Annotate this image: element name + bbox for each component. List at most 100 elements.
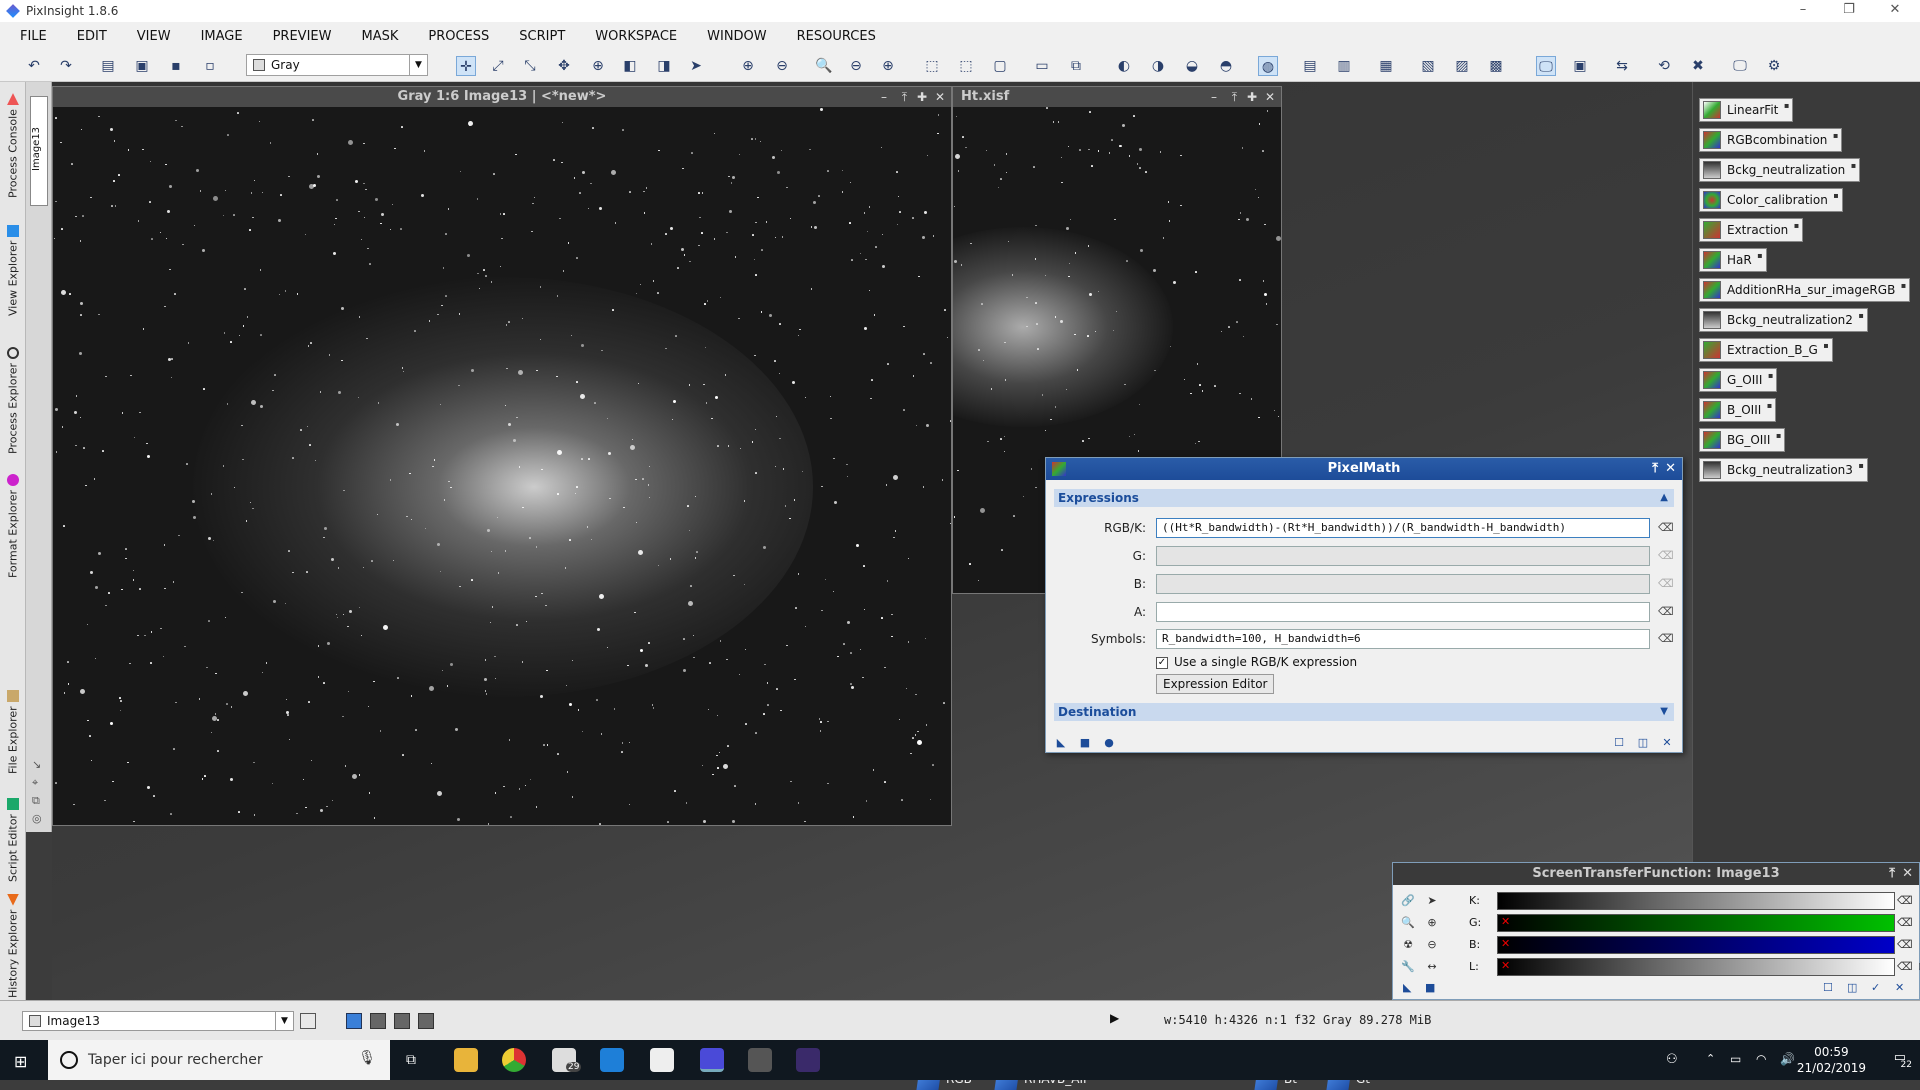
- close-icon[interactable]: ✕: [1902, 863, 1913, 885]
- tab-format-explorer[interactable]: Format Explorer: [3, 460, 23, 578]
- tab-history-explorer[interactable]: History Explorer: [3, 886, 23, 998]
- taskbar-search[interactable]: Taper ici pour rechercher 🎙: [48, 1040, 390, 1080]
- zoom-out-icon[interactable]: ⊖: [1425, 938, 1439, 952]
- windows-start-icon[interactable]: ⊞: [14, 1052, 27, 1071]
- crosshair-icon[interactable]: ⌖: [32, 774, 42, 792]
- menu-mask[interactable]: MASK: [361, 29, 398, 44]
- edge-app-icon[interactable]: [600, 1048, 624, 1072]
- image-window-image13[interactable]: Gray 1:6 Image13 | <*new*> – ⤒ ✚ ✕: [52, 86, 952, 826]
- tab-script-editor[interactable]: Script Editor: [3, 782, 23, 882]
- copy-icon[interactable]: ⧉: [32, 792, 42, 810]
- stf-header[interactable]: ScreenTransferFunction: Image13 ⤒ ✕: [1393, 863, 1919, 885]
- b-expression-input[interactable]: [1156, 574, 1650, 594]
- apply-icon[interactable]: ■: [1425, 981, 1435, 994]
- zoom-out-icon[interactable]: ⊖: [772, 56, 792, 76]
- process-2-icon[interactable]: ▨: [1452, 56, 1472, 76]
- new-instance-icon[interactable]: ◣: [1403, 981, 1411, 994]
- preview-mode-icon[interactable]: ◧: [620, 56, 640, 76]
- calculator-app-icon[interactable]: [748, 1048, 772, 1072]
- people-icon[interactable]: ⚇: [1666, 1052, 1678, 1067]
- script-2-icon[interactable]: ▥: [1334, 56, 1354, 76]
- display-1-icon[interactable]: 🖵: [1730, 56, 1750, 76]
- process-icon-extraction-b-g[interactable]: Extraction_B_G▪: [1699, 338, 1833, 362]
- task-view-icon[interactable]: ⧉: [406, 1052, 416, 1068]
- minimize-button[interactable]: –: [1780, 0, 1826, 22]
- menu-resources[interactable]: RESOURCES: [797, 29, 876, 44]
- process-icon-extraction[interactable]: Extraction▪: [1699, 218, 1803, 242]
- display-2-icon[interactable]: ⚙: [1764, 56, 1784, 76]
- shade-icon[interactable]: ⤒: [1652, 458, 1658, 480]
- clear-icon[interactable]: ⌫: [1658, 577, 1672, 591]
- mask-show-icon[interactable]: ◍: [1258, 56, 1278, 76]
- readout-mode-icon[interactable]: ✛: [456, 56, 476, 76]
- restore-button[interactable]: ❐: [1826, 0, 1872, 22]
- zoom-fit-icon[interactable]: ⤢: [488, 56, 508, 76]
- display-channel-1-icon[interactable]: [370, 1013, 386, 1029]
- zoom-in-icon[interactable]: ⊕: [1425, 916, 1439, 930]
- menu-file[interactable]: FILE: [20, 29, 47, 44]
- menu-preview[interactable]: PREVIEW: [273, 29, 332, 44]
- reset-icon[interactable]: ⌫: [1897, 916, 1911, 930]
- reset-icon[interactable]: ⌫: [1897, 960, 1911, 974]
- clock[interactable]: 00:59 21/02/2019: [1797, 1044, 1866, 1076]
- clear-icon[interactable]: ⌫: [1658, 632, 1672, 646]
- radiation-icon[interactable]: ☢: [1401, 938, 1415, 952]
- stf-slider-l[interactable]: [1497, 958, 1895, 976]
- close-icon[interactable]: ✕: [935, 87, 945, 107]
- symbols-input[interactable]: R_bandwidth=100, H_bandwidth=6: [1156, 629, 1650, 649]
- track-view-icon[interactable]: ◫: [1636, 736, 1650, 750]
- apply-icon[interactable]: ■: [1078, 736, 1092, 750]
- image-window-header[interactable]: Ht.xisf – ⤒ ✚ ✕: [953, 87, 1281, 107]
- minimize-icon[interactable]: –: [1211, 87, 1217, 107]
- script-3-icon[interactable]: ▦: [1376, 56, 1396, 76]
- menu-image[interactable]: IMAGE: [201, 29, 243, 44]
- pixelmath-header[interactable]: PixelMath ⤒ ✕: [1046, 458, 1682, 480]
- stf-display-icon[interactable]: 🖵: [1536, 56, 1556, 76]
- process-icon-bckg-neutralization[interactable]: Bckg_neutralization▪: [1699, 158, 1860, 182]
- process-icon-bg-oiii[interactable]: BG_OIII▪: [1699, 428, 1785, 452]
- reset-icon[interactable]: ✕: [1895, 981, 1904, 994]
- arrow-icon[interactable]: ↘: [32, 756, 42, 774]
- tab-file-explorer[interactable]: File Explorer: [3, 674, 23, 774]
- expression-editor-button[interactable]: Expression Editor: [1156, 674, 1274, 694]
- zoom-1-icon[interactable]: 🔍: [814, 56, 834, 76]
- process-icon-additionrha[interactable]: AdditionRHa_sur_imageRGB▪: [1699, 278, 1910, 302]
- shade-icon[interactable]: ⤒: [1232, 87, 1237, 107]
- close-image-icon[interactable]: ▫: [200, 56, 220, 76]
- new-preview-icon[interactable]: ⬚: [922, 56, 942, 76]
- shadow-marker-icon[interactable]: ✕: [1501, 915, 1510, 928]
- display-channel-2-icon[interactable]: [394, 1013, 410, 1029]
- microphone-icon[interactable]: 🎙: [358, 1050, 376, 1066]
- zoom-icon[interactable]: 🔍: [1401, 916, 1415, 930]
- image-window-header[interactable]: Gray 1:6 Image13 | <*new*> – ⤒ ✚ ✕: [53, 87, 951, 107]
- tab-view-explorer[interactable]: View Explorer: [3, 216, 23, 316]
- new-image-icon[interactable]: ▤: [98, 56, 118, 76]
- pointer-icon[interactable]: ➤: [686, 56, 706, 76]
- tab-process-console[interactable]: Process Console: [3, 86, 23, 198]
- process-icon-bckg-neutralization2[interactable]: Bckg_neutralization2▪: [1699, 308, 1868, 332]
- clear-icon[interactable]: ⌫: [1658, 521, 1672, 535]
- shadow-marker-icon[interactable]: ✕: [1501, 959, 1510, 972]
- stf-delete-icon[interactable]: ✖: [1688, 56, 1708, 76]
- process-icon-har[interactable]: HaR▪: [1699, 248, 1767, 272]
- track-view-icon[interactable]: ◫: [1847, 981, 1857, 994]
- preview-2-icon[interactable]: ⬚: [956, 56, 976, 76]
- script-1-icon[interactable]: ▤: [1300, 56, 1320, 76]
- pan-mode-icon[interactable]: ✥: [554, 56, 574, 76]
- menu-workspace[interactable]: WORKSPACE: [595, 29, 677, 44]
- a-expression-input[interactable]: [1156, 602, 1650, 622]
- image-canvas[interactable]: [53, 107, 951, 825]
- zoom-2-icon[interactable]: ⊖: [846, 56, 866, 76]
- clear-icon[interactable]: ⌫: [1658, 549, 1672, 563]
- menu-edit[interactable]: EDIT: [77, 29, 107, 44]
- new-instance-icon[interactable]: ◣: [1054, 736, 1068, 750]
- mask-2-icon[interactable]: ◑: [1148, 56, 1168, 76]
- stf-reset-icon[interactable]: ⟲: [1654, 56, 1674, 76]
- menu-window[interactable]: WINDOW: [707, 29, 767, 44]
- display-channel-3-icon[interactable]: [418, 1013, 434, 1029]
- wrench-icon[interactable]: 🔧: [1401, 960, 1415, 974]
- display-channel-rgb-icon[interactable]: [346, 1013, 362, 1029]
- stf-slider-g[interactable]: [1497, 914, 1895, 932]
- close-icon[interactable]: ✕: [1265, 87, 1275, 107]
- stf-dialog[interactable]: ScreenTransferFunction: Image13 ⤒ ✕ 🔗 ➤ …: [1392, 862, 1920, 1000]
